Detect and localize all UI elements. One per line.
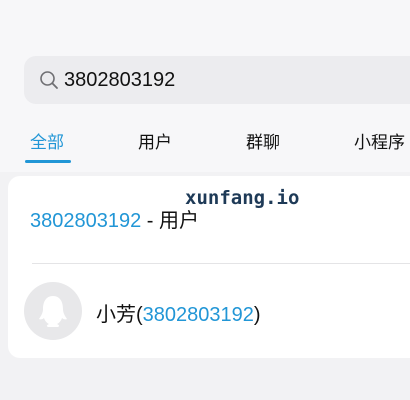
active-tab-indicator [25, 160, 71, 163]
contact-name: 小芳 [96, 304, 136, 326]
tab-group-chats[interactable]: 群聊 [246, 128, 280, 153]
tab-users[interactable]: 用户 [138, 128, 172, 153]
search-input[interactable]: 3802803192 [64, 56, 175, 104]
tab-mini-programs[interactable]: 小程序 [354, 128, 405, 153]
contact-close-paren: ) [253, 304, 261, 326]
watermark: xunfang.io [185, 187, 300, 209]
tab-all[interactable]: 全部 [30, 128, 64, 153]
search-bar[interactable]: 3802803192 [24, 56, 410, 104]
contact-number: 3802803192 [142, 304, 254, 326]
user-search-result[interactable]: 3802803192 - 用户 [30, 204, 199, 233]
divider [32, 263, 410, 264]
contact-result[interactable]: 小芳(3802803192) [96, 298, 261, 327]
search-icon [40, 71, 58, 89]
contact-open-paren: ( [136, 304, 143, 326]
result-tabs: 全部 用户 群聊 小程序 [0, 122, 410, 164]
avatar[interactable] [24, 282, 82, 340]
default-avatar-icon [39, 296, 67, 327]
user-result-separator: - [141, 210, 160, 232]
user-result-type: 用户 [159, 210, 200, 232]
user-result-number: 3802803192 [30, 210, 142, 232]
header-area: 3802803192 全部 用户 群聊 小程序 [0, 0, 410, 172]
